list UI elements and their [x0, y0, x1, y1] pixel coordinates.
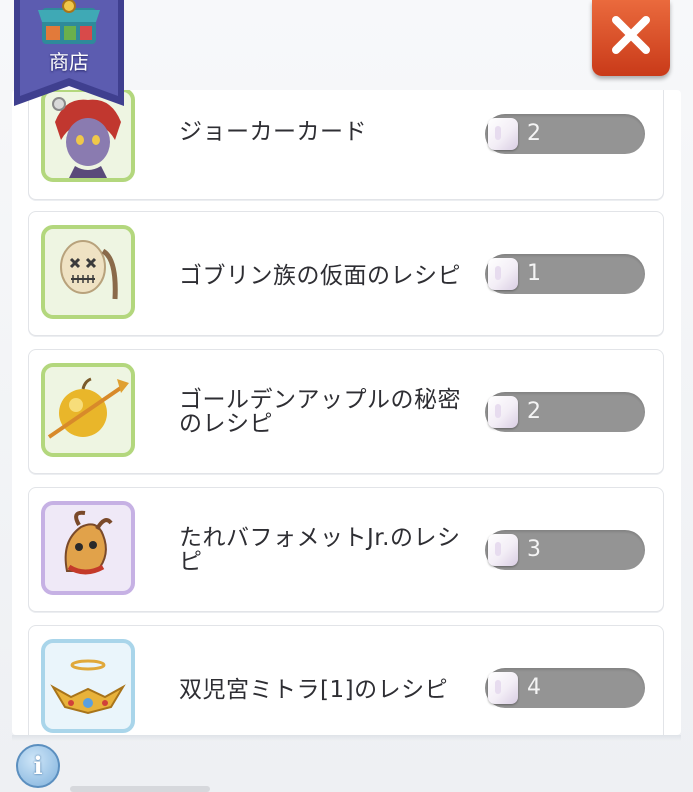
- item-cost-value: 2: [527, 399, 541, 424]
- close-x-icon: [612, 16, 650, 54]
- item-name: たれバフォメットJr.のレシピ: [179, 525, 461, 575]
- crystal-gem-icon: [488, 258, 518, 290]
- goblin-mask-icon: [41, 225, 135, 319]
- item-cost[interactable]: 4: [485, 668, 645, 708]
- footer-divider: [70, 786, 210, 792]
- baphomet-jr-hat-icon: [41, 501, 135, 595]
- shop-item-row[interactable]: ジョーカーカード 2: [28, 90, 664, 200]
- item-cost[interactable]: 3: [485, 530, 645, 570]
- item-cost-value: 2: [527, 121, 541, 146]
- item-cost-value: 1: [527, 261, 541, 286]
- item-cost[interactable]: 2: [485, 114, 645, 154]
- info-button[interactable]: i: [16, 744, 60, 788]
- item-cost-value: 4: [527, 675, 541, 700]
- shop-panel: ジョーカーカード 2 ゴブリン族の仮面のレシピ 1 ゴールデンアップルの秘密のレ…: [0, 0, 693, 792]
- item-cost-value: 3: [527, 537, 541, 562]
- shop-item-row[interactable]: 双児宮ミトラ[1]のレシピ 4: [28, 625, 664, 735]
- item-name: ゴブリン族の仮面のレシピ: [179, 263, 461, 289]
- crystal-gem-icon: [488, 396, 518, 428]
- golden-apple-icon: [41, 363, 135, 457]
- shop-banner: 商店: [14, 0, 124, 106]
- item-cost[interactable]: 1: [485, 254, 645, 294]
- shop-item-list[interactable]: ジョーカーカード 2 ゴブリン族の仮面のレシピ 1 ゴールデンアップルの秘密のレ…: [12, 90, 681, 735]
- shop-item-row[interactable]: ゴブリン族の仮面のレシピ 1: [28, 211, 664, 336]
- item-name: ゴールデンアップルの秘密のレシピ: [179, 387, 461, 437]
- crystal-gem-icon: [488, 672, 518, 704]
- shop-item-row[interactable]: ゴールデンアップルの秘密のレシピ 2: [28, 349, 664, 474]
- item-cost[interactable]: 2: [485, 392, 645, 432]
- crystal-gem-icon: [488, 534, 518, 566]
- close-button[interactable]: [592, 0, 670, 76]
- crystal-gem-icon: [488, 118, 518, 150]
- shop-title: 商店: [49, 50, 89, 74]
- gemini-mitra-crown-icon: [41, 639, 135, 733]
- list-bottom-shadow: [12, 735, 681, 741]
- shop-item-row[interactable]: たれバフォメットJr.のレシピ 3: [28, 487, 664, 612]
- item-name: ジョーカーカード: [179, 119, 367, 145]
- item-name: 双児宮ミトラ[1]のレシピ: [179, 677, 449, 703]
- info-icon: i: [33, 751, 43, 780]
